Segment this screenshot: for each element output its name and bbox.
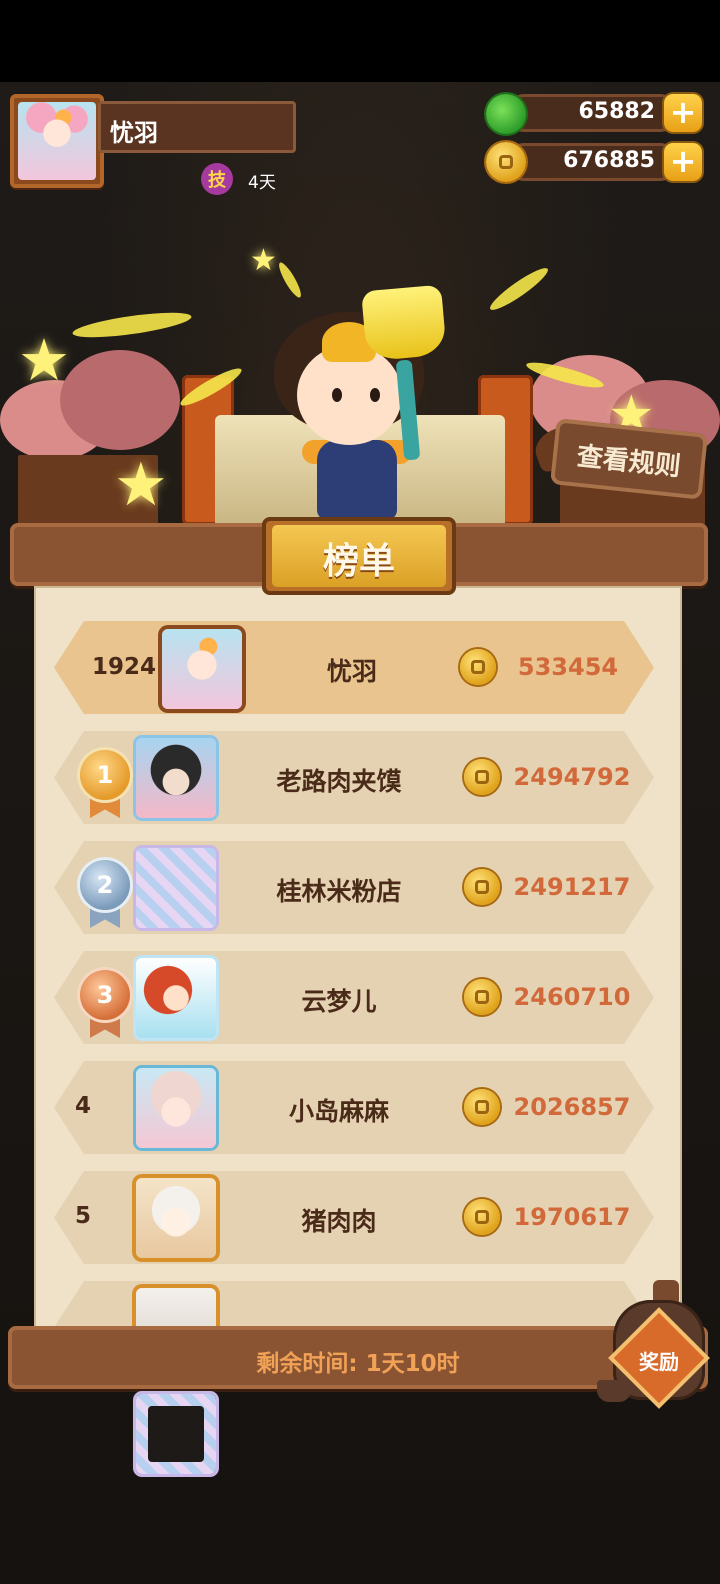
avatar-frame-inner [148,1406,204,1462]
self-name: 忧羽 [326,657,377,686]
player-name: 桂林米粉店 [276,877,402,906]
coin-icon [464,979,500,1015]
player-score: 1970617 [513,1203,631,1231]
coin-icon [460,649,496,685]
medal-rank: 1 [80,750,130,800]
reward-label[interactable]: 奖励 [613,1346,705,1375]
player-score: 2491217 [513,873,631,901]
avatar[interactable] [136,1288,216,1328]
status-bar [0,0,720,82]
star-icon: ★ [250,243,277,278]
silver-medal-icon: 2 [78,860,132,930]
player-name: 猪肉肉 [301,1207,377,1236]
coin-icon [464,1199,500,1235]
bronze-medal-icon: 3 [78,970,132,1040]
avatar-image [18,102,96,180]
player-avatar[interactable] [10,94,104,188]
skill-badge-icon[interactable]: 技 [201,163,233,195]
hero-character [262,284,462,530]
player-name: 小岛麻麻 [288,1097,389,1126]
avatar[interactable] [136,1178,216,1258]
rank-number: 4 [75,1093,92,1119]
blossom-tree [60,350,180,450]
avatar[interactable] [136,1068,216,1148]
add-coin-button[interactable]: + [664,143,702,181]
hero-body [317,440,397,520]
star-icon: ★ [18,326,70,394]
player-score: 2494792 [513,763,631,791]
remaining-time: 剩余时间: 1天10时 [256,1351,460,1377]
add-apple-button[interactable]: + [664,94,702,132]
avatar[interactable] [136,848,216,928]
player-score: 2026857 [513,1093,631,1121]
coin-icon [464,759,500,795]
rank-number: 5 [75,1203,92,1229]
self-avatar[interactable] [162,629,242,709]
self-score: 533454 [517,653,619,681]
player-name: 忧羽 [110,119,158,147]
cup-icon [597,1380,631,1402]
player-score: 2460710 [513,983,631,1011]
board-title: 榜单 [322,541,395,582]
medal-rank: 3 [80,970,130,1020]
coin-count: 676885 [563,148,655,173]
golden-shovel-icon [361,284,447,362]
apple-count: 65882 [578,99,655,124]
medal-rank: 2 [80,860,130,910]
coin-icon [464,1089,500,1125]
hero-eye [332,388,342,402]
avatar[interactable] [136,958,216,1038]
avatar[interactable] [136,738,216,818]
player-name: 老路肉夹馍 [276,767,402,796]
player-name: 云梦儿 [301,987,377,1016]
skill-days: 4天 [248,173,276,193]
view-rules-label: 查看规则 [575,441,682,483]
leaderboard-list[interactable]: 1924 忧羽 533454 1 老路肉夹馍 2494792 2 桂林米粉店 2… [34,586,682,1328]
star-icon: ★ [114,450,168,520]
gold-medal-icon: 1 [78,750,132,820]
hero-eye [370,388,380,402]
coin-icon [464,869,500,905]
self-rank-number: 1924 [92,654,157,680]
